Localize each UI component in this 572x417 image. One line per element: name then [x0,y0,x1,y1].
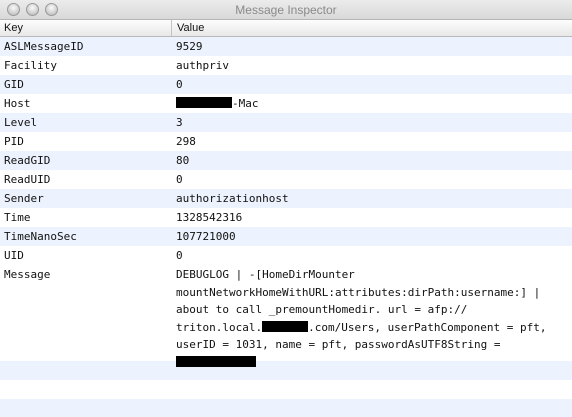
row-value: 80 [176,154,190,167]
row-key: ASLMessageID [4,40,84,53]
message-line: mountNetworkHomeWithURL:attributes:dirPa… [176,285,541,299]
redaction-bar [176,355,256,367]
row-value: 3 [176,116,183,129]
message-line-part: .com/Users, userPathComponent = pft, [308,320,547,334]
message-line [176,354,568,372]
window-title: Message Inspector [235,3,337,17]
table-row-message[interactable]: Message DEBUGLOG | -[HomeDirMounter moun… [0,265,572,367]
table-row[interactable]: UID 0 [0,246,572,265]
column-header-value[interactable]: Value [173,20,572,36]
row-key: Level [4,116,38,129]
table-row[interactable]: GID 0 [0,75,572,94]
message-line: about to call _premountHomedir. url = af… [176,303,468,316]
row-value: 0 [176,173,183,186]
message-inspector-window: Message Inspector Key Value ASLMessageID… [0,0,572,417]
table-row[interactable]: Sender authorizationhost [0,189,572,208]
table-row[interactable]: TimeNanoSec 107721000 [0,227,572,246]
row-key: Facility [4,59,57,72]
row-key: Message [4,268,51,281]
redaction-bar [176,97,232,108]
empty-row [0,399,572,417]
row-value: authpriv [176,59,229,72]
table-body: ASLMessageID 9529 Facility authpriv GID … [0,37,572,417]
redaction-bar [262,320,309,332]
row-key: ReadUID [4,173,51,186]
row-key: GID [4,78,24,91]
table-row[interactable]: ReadGID 80 [0,151,572,170]
table-row[interactable]: Level 3 [0,113,572,132]
row-key: Sender [4,192,44,205]
message-line-part: triton.local. [176,320,263,334]
row-key: UID [4,249,24,262]
row-value: 0 [176,249,183,262]
message-value: DEBUGLOG | -[HomeDirMounter mountNetwork… [176,265,568,371]
row-key: TimeNanoSec [4,230,77,243]
row-value: 298 [176,135,196,148]
host-suffix: -Mac [232,97,259,110]
row-value: 0 [176,78,183,91]
row-key: PID [4,135,24,148]
row-value: 9529 [176,40,203,53]
column-header-key[interactable]: Key [0,20,172,36]
message-line: userID = 1031, name = pft, passwordAsUTF… [176,338,501,351]
title-bar: Message Inspector [0,0,572,20]
row-key: ReadGID [4,154,51,167]
row-value: 1328542316 [176,211,243,224]
message-line: DEBUGLOG | -[HomeDirMounter [176,268,355,281]
row-value: authorizationhost [176,192,289,205]
table-row[interactable]: Time 1328542316 [0,208,572,227]
table-row[interactable]: Host -Mac [0,94,572,113]
row-key: Time [4,211,31,224]
table-row[interactable]: PID 298 [0,132,572,151]
row-key: Host [4,97,31,110]
row-value: -Mac [176,94,259,113]
table-row[interactable]: Facility authpriv [0,56,572,75]
message-line: triton.local. .com/Users, userPathCompone… [176,319,568,337]
empty-row [0,380,572,399]
row-value: 107721000 [176,230,236,243]
table-header: Key Value [0,20,572,37]
table-row[interactable]: ASLMessageID 9529 [0,37,572,56]
table-row[interactable]: ReadUID 0 [0,170,572,189]
